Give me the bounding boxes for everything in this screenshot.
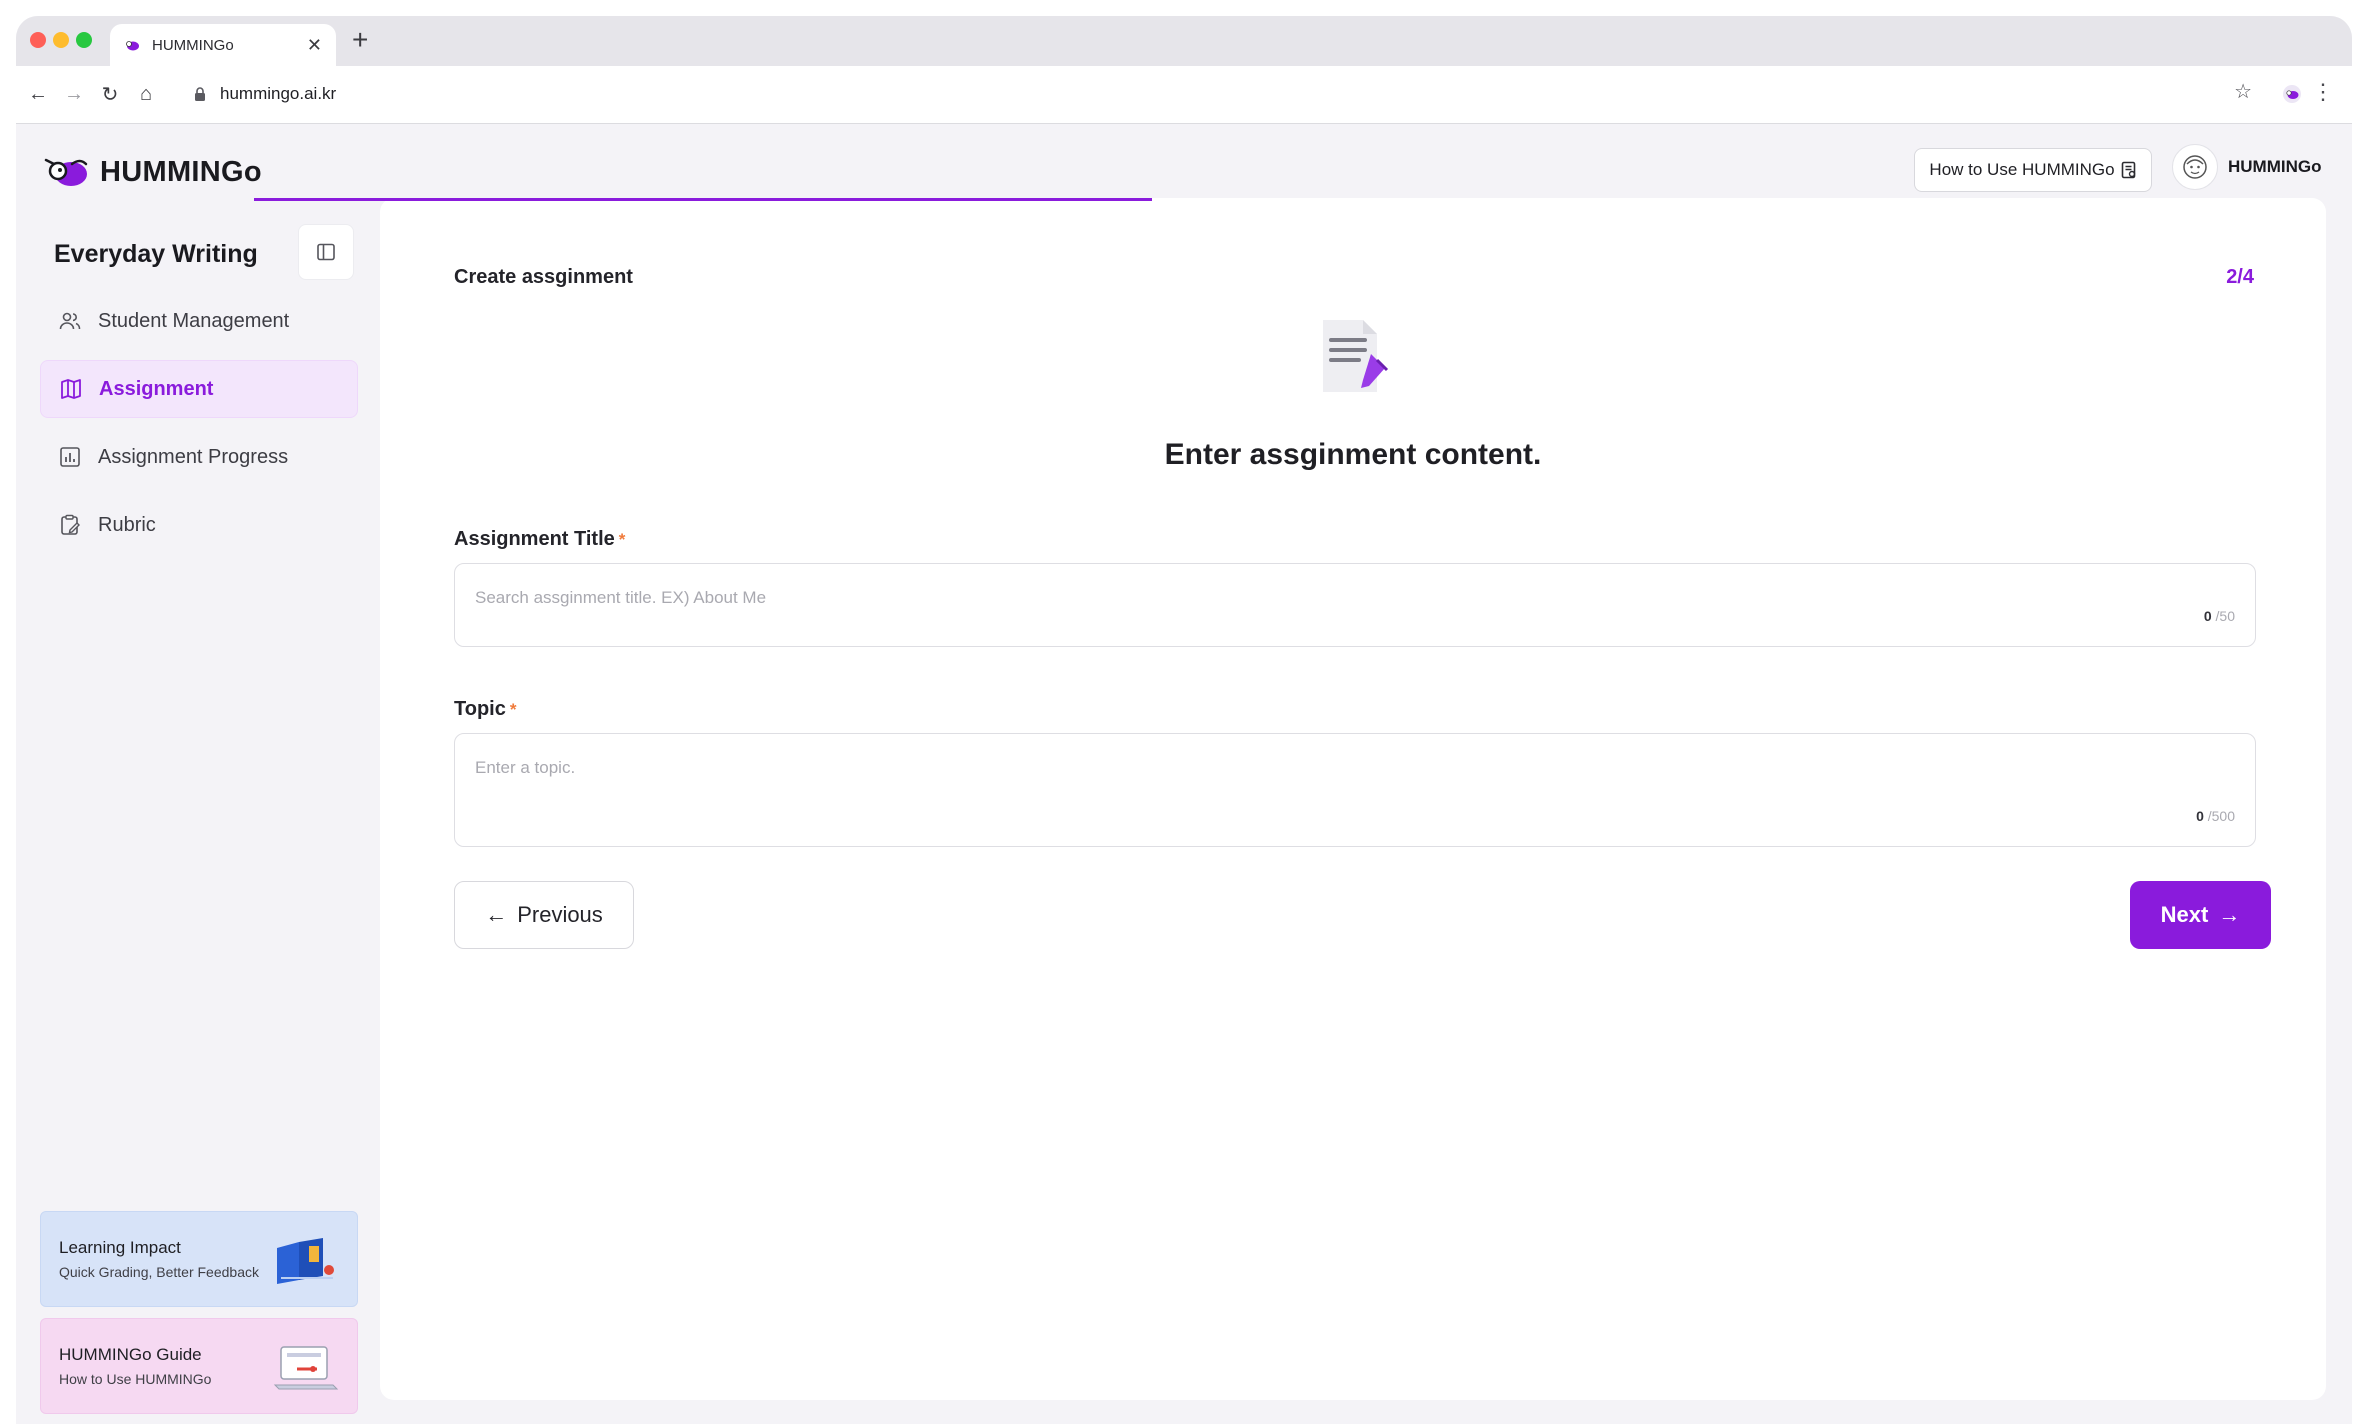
book-open-icon bbox=[61, 379, 81, 399]
sidebar-item-label: Assignment bbox=[99, 377, 214, 400]
sidebar-item-rubric[interactable]: Rubric bbox=[40, 496, 358, 554]
topic-textarea[interactable] bbox=[475, 758, 2235, 798]
maximize-window-button[interactable] bbox=[76, 32, 92, 48]
reload-icon[interactable]: ↻ bbox=[96, 80, 124, 108]
sidebar-item-assignment[interactable]: Assignment bbox=[40, 360, 358, 418]
url-text: hummingo.ai.kr bbox=[220, 84, 337, 103]
tab-title: HUMMINGo bbox=[152, 36, 234, 54]
previous-label: Previous bbox=[517, 902, 603, 927]
step-title: Create assginment bbox=[454, 266, 633, 288]
how-to-use-label: How to Use HUMMINGo bbox=[1929, 160, 2115, 179]
logo-text: HUMMINGo bbox=[100, 155, 262, 188]
how-to-use-button[interactable]: How to Use HUMMINGo bbox=[1914, 148, 2152, 192]
forward-arrow-icon[interactable]: → bbox=[60, 80, 88, 108]
required-mark: * bbox=[509, 700, 517, 719]
assignment-form-card: Create assginment 2/4 Enter assginment c… bbox=[254, 198, 2326, 1400]
laptop-illustration-icon bbox=[273, 1346, 339, 1390]
next-button[interactable]: Next → bbox=[2130, 881, 2271, 949]
arrow-left-icon: ← bbox=[485, 902, 508, 927]
browser-toolbar: ← → ↻ ⌂ hummingo.ai.kr ☆ ⋮ bbox=[16, 66, 2352, 124]
class-title: Everyday Writing bbox=[54, 240, 258, 268]
browser-tab[interactable]: HUMMINGo ✕ bbox=[110, 24, 336, 66]
arrow-right-icon: → bbox=[2218, 902, 2241, 927]
home-icon[interactable]: ⌂ bbox=[132, 80, 160, 108]
bookmark-star-icon[interactable]: ☆ bbox=[2234, 82, 2252, 102]
assignment-title-label: Assignment Title * bbox=[454, 528, 625, 551]
back-arrow-icon[interactable]: ← bbox=[24, 80, 52, 108]
topic-char-max: /500 bbox=[2207, 808, 2235, 824]
topic-label-text: Topic bbox=[454, 698, 506, 720]
step-counter: 2/4 bbox=[2226, 266, 2254, 288]
logo[interactable]: HUMMINGo bbox=[42, 154, 262, 190]
address-bar[interactable]: hummingo.ai.kr bbox=[174, 74, 2274, 114]
clipboard-icon bbox=[61, 514, 80, 535]
document-edit-icon bbox=[1323, 320, 1389, 392]
extension-icon[interactable] bbox=[2282, 84, 2302, 104]
close-window-button[interactable] bbox=[30, 32, 46, 48]
hummingo-favicon-icon bbox=[126, 41, 139, 51]
sidebar-nav: Student Management Assignment Assignment… bbox=[40, 292, 358, 564]
close-tab-icon[interactable]: ✕ bbox=[307, 35, 322, 56]
previous-button[interactable]: ← Previous bbox=[454, 881, 634, 949]
sidebar-item-label: Rubric bbox=[98, 513, 156, 536]
required-mark: * bbox=[618, 530, 626, 549]
title-char-count: 0 bbox=[2203, 608, 2212, 624]
title-char-counter: 0 /50 bbox=[2204, 608, 2235, 624]
guide-banner[interactable]: HUMMINGo Guide How to Use HUMMINGo bbox=[40, 1318, 358, 1414]
sidebar-collapse-button[interactable] bbox=[298, 224, 354, 280]
step-progress-bar bbox=[254, 198, 2054, 201]
assignment-title-field[interactable]: 0 /50 bbox=[454, 563, 2256, 647]
learning-impact-banner[interactable]: Learning Impact Quick Grading, Better Fe… bbox=[40, 1211, 358, 1307]
browser-menu-icon[interactable]: ⋮ bbox=[2312, 81, 2334, 103]
lock-icon bbox=[195, 87, 205, 101]
profile-avatar-icon bbox=[2183, 155, 2207, 179]
sidebar-item-assignment-progress[interactable]: Assignment Progress bbox=[40, 428, 358, 486]
guide-book-icon bbox=[2121, 161, 2135, 179]
tab-strip: HUMMINGo ✕ + bbox=[16, 16, 2352, 66]
new-tab-icon[interactable]: + bbox=[352, 26, 368, 54]
assignment-title-label-text: Assignment Title bbox=[454, 528, 615, 550]
hummingbird-logo-icon bbox=[44, 158, 88, 186]
sidebar-toggle-icon bbox=[317, 243, 335, 261]
chart-icon bbox=[60, 447, 80, 467]
sidebar: Everyday Writing Student Management Assi… bbox=[16, 212, 376, 1424]
sidebar-item-student-management[interactable]: Student Management bbox=[40, 292, 358, 350]
avatar bbox=[2172, 144, 2218, 190]
topic-char-counter: 0 /500 bbox=[2196, 808, 2235, 824]
topic-field[interactable]: 0 /500 bbox=[454, 733, 2256, 847]
topic-char-count: 0 bbox=[2196, 808, 2204, 824]
profile-menu[interactable]: HUMMINGo bbox=[2172, 144, 2321, 190]
topic-label: Topic * bbox=[454, 698, 516, 721]
title-char-max: /50 bbox=[2215, 608, 2235, 624]
step-progress-fill bbox=[254, 198, 1152, 201]
sidebar-item-label: Student Management bbox=[98, 309, 290, 332]
next-label: Next bbox=[2160, 902, 2209, 927]
book-illustration-icon bbox=[277, 1238, 334, 1284]
assignment-title-input[interactable] bbox=[475, 588, 2235, 608]
minimize-window-button[interactable] bbox=[53, 32, 69, 48]
profile-name: HUMMINGo bbox=[2228, 157, 2322, 176]
users-icon bbox=[59, 312, 81, 330]
page-headline: Enter assginment content. bbox=[1164, 438, 1542, 471]
sidebar-item-label: Assignment Progress bbox=[98, 445, 289, 468]
browser-window: HUMMINGo ✕ + ← → ↻ ⌂ hummingo.ai.kr ☆ ⋮ bbox=[16, 16, 2352, 1424]
